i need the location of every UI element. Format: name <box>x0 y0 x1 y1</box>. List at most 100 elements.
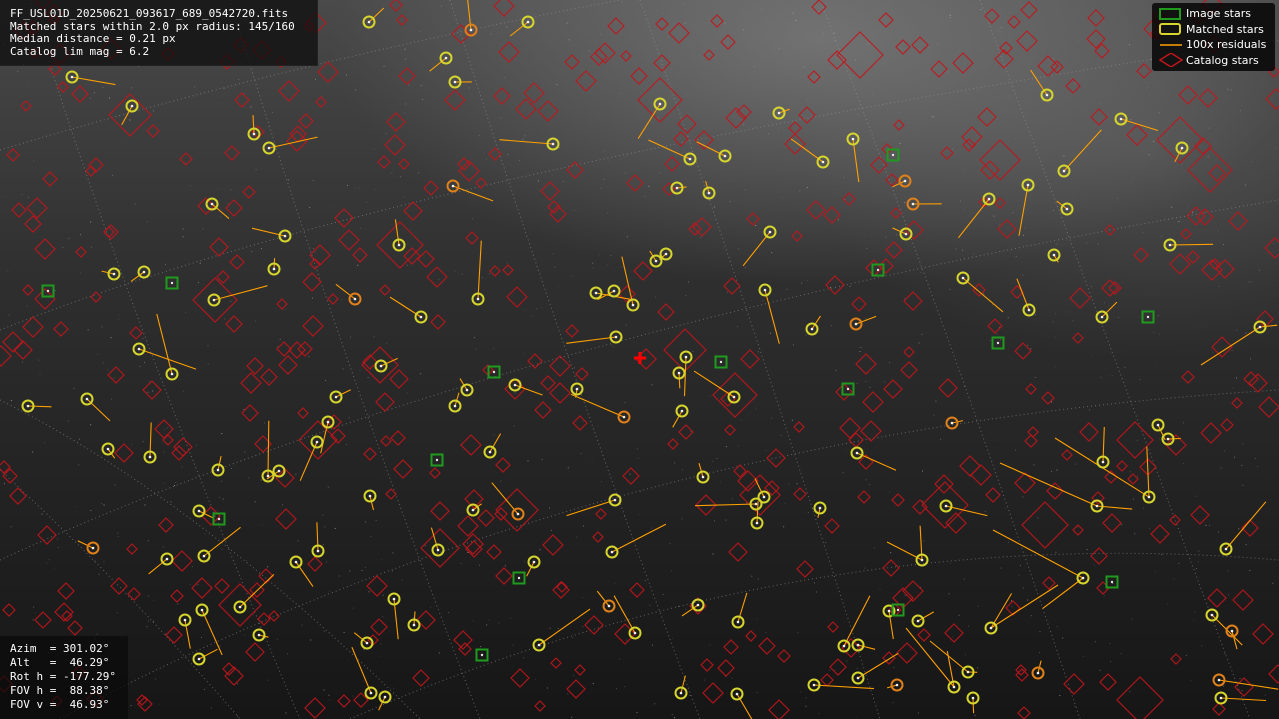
star-core <box>613 498 617 502</box>
catalog-star <box>1228 211 1248 231</box>
sky-speckle <box>689 695 691 696</box>
sky-speckle <box>884 381 886 383</box>
residual-line <box>929 640 969 673</box>
sky-speckle <box>614 582 616 584</box>
catalog-star <box>700 658 714 672</box>
sky-speckle <box>1015 449 1017 451</box>
residual-line <box>413 611 416 626</box>
sky-speckle <box>604 151 606 153</box>
sky-speckle <box>674 462 675 464</box>
residual-line <box>972 697 975 714</box>
catalog-star <box>777 649 791 663</box>
catalog-star <box>1198 88 1218 108</box>
star-core <box>846 387 850 391</box>
star-core <box>85 397 89 401</box>
catalog-star <box>240 372 262 394</box>
sky-speckle <box>864 235 866 237</box>
sky-speckle <box>1209 524 1211 526</box>
star-core <box>810 327 814 331</box>
star-core <box>607 604 611 608</box>
sky-speckle <box>68 238 70 239</box>
sky-speckle <box>573 209 575 211</box>
sky-speckle <box>783 526 785 528</box>
catalog-star <box>107 366 125 384</box>
sky-speckle <box>780 434 782 436</box>
catalog-star <box>9 487 27 505</box>
catalog-star <box>848 432 864 448</box>
catalog-star <box>375 392 395 412</box>
catalog-star <box>11 202 27 218</box>
catalog-star <box>994 197 1006 209</box>
sky-speckle <box>221 433 223 435</box>
catalog-star <box>1024 434 1038 448</box>
residual-line <box>477 240 482 300</box>
sky-speckle <box>152 110 154 112</box>
sky-speckle <box>1159 333 1161 335</box>
sky-speckle <box>865 381 867 382</box>
sky-speckle <box>1008 541 1009 543</box>
catalog-star <box>1207 588 1227 608</box>
sky-speckle <box>1251 161 1253 162</box>
sky-speckle <box>117 532 119 534</box>
sky-speckle <box>765 18 767 20</box>
sky-speckle <box>912 59 914 61</box>
sky-speckle <box>654 703 656 705</box>
sky-speckle <box>7 270 9 272</box>
sky-speckle <box>90 509 92 511</box>
sky-speckle <box>1063 155 1065 157</box>
sky-speckle <box>352 695 354 697</box>
sky-speckle <box>27 82 29 84</box>
sky-speckle <box>1171 206 1173 208</box>
grid-line <box>59 389 1279 719</box>
sky-speckle <box>478 135 480 137</box>
residual-line <box>1220 697 1267 702</box>
star-core <box>1230 629 1234 633</box>
sky-speckle <box>523 309 525 311</box>
sky-speckle <box>797 632 799 634</box>
sky-speckle <box>327 486 329 488</box>
residual-line <box>1063 129 1102 172</box>
catalog-star <box>1021 501 1069 549</box>
star-core <box>612 289 616 293</box>
sky-speckle <box>254 501 256 503</box>
sky-speckle <box>818 11 820 13</box>
catalog-star <box>736 104 752 120</box>
sky-speckle <box>707 60 709 62</box>
sky-speckle <box>1052 321 1054 323</box>
sky-speckle <box>744 267 746 268</box>
sky-speckle <box>998 30 1000 32</box>
sky-speckle <box>807 100 809 102</box>
sky-speckle <box>1185 655 1187 656</box>
sky-speckle <box>1183 462 1184 464</box>
sky-speckle <box>107 368 109 370</box>
sky-speckle <box>922 500 924 502</box>
catalog-star <box>352 247 368 263</box>
sky-speckle <box>731 677 733 679</box>
sky-speckle <box>1124 366 1126 368</box>
sky-speckle <box>231 468 232 469</box>
catalog-star <box>712 372 758 418</box>
residual-line <box>201 609 223 656</box>
residual-line <box>698 463 704 478</box>
star-core <box>365 641 369 645</box>
catalog-star <box>784 133 806 155</box>
sky-speckle <box>567 693 569 695</box>
catalog-star <box>75 246 87 258</box>
catalog-star <box>895 39 911 55</box>
legend-label-residuals: 100x residuals <box>1186 38 1267 52</box>
sky-speckle <box>700 237 702 239</box>
sky-speckle <box>373 336 375 338</box>
sky-speckle <box>79 272 81 274</box>
catalog-star <box>835 383 853 401</box>
sky-speckle <box>714 206 716 208</box>
sky-speckle <box>889 491 890 493</box>
catalog-star <box>146 124 160 138</box>
star-core <box>680 409 684 413</box>
residual-line <box>217 455 222 471</box>
legend-item-residuals: 100x residuals <box>1156 37 1275 53</box>
sky-speckle <box>902 235 904 236</box>
sky-speckle <box>777 129 779 131</box>
sky-speckle <box>806 187 808 189</box>
catalog-star <box>798 106 816 124</box>
sky-speckle <box>428 6 430 8</box>
